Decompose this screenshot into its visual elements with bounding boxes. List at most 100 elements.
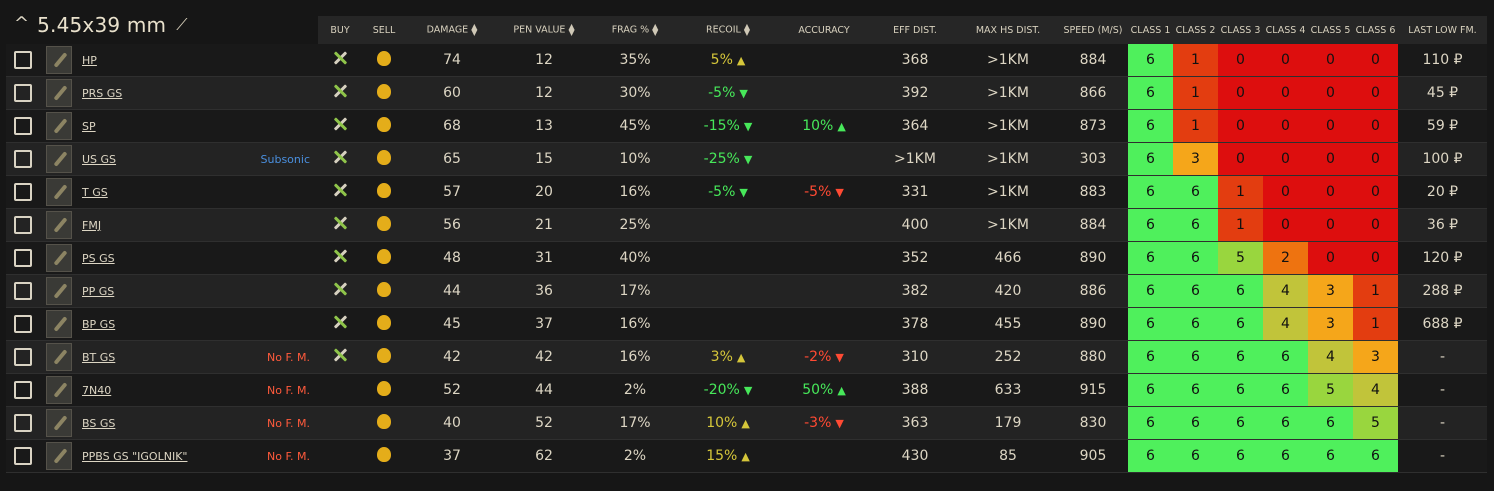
row-checkbox[interactable] bbox=[14, 117, 32, 135]
table-row[interactable]: 7N40 No F. M. 52 44 2% -20% ▼ 50% ▲ 388 633 915 6 6 6 6… bbox=[6, 373, 1487, 407]
sell-coin-icon[interactable] bbox=[377, 50, 391, 66]
buy-icon[interactable] bbox=[332, 314, 348, 330]
table-row[interactable]: PP GS 44 36 17% 382 420 886 6 6 6 4 3 1 288 ₽ bbox=[6, 274, 1487, 308]
row-checkbox[interactable] bbox=[14, 447, 32, 465]
sell-coin-icon[interactable] bbox=[377, 248, 391, 264]
table-row[interactable]: T GS 57 20 16% -5% ▼ -5% ▼ 331 >1KM 883 6 6 1 0 0 0 20 ₽ bbox=[6, 175, 1487, 209]
table-row[interactable]: PS GS 48 31 40% 352 466 890 6 6 5 2 0 0 120 ₽ bbox=[6, 241, 1487, 275]
row-checkbox-cell[interactable] bbox=[6, 76, 40, 110]
sort-icon[interactable]: ▲ ▼ bbox=[652, 23, 658, 37]
row-checkbox[interactable] bbox=[14, 348, 32, 366]
buy-cell[interactable] bbox=[318, 76, 362, 110]
row-checkbox-cell[interactable] bbox=[6, 109, 40, 143]
buy-icon[interactable] bbox=[332, 116, 348, 132]
table-row[interactable]: US GS Subsonic 65 15 10% -25% ▼ >1KM >1KM 303 6 3 0 0… bbox=[6, 142, 1487, 176]
row-checkbox[interactable] bbox=[14, 315, 32, 333]
buy-icon[interactable] bbox=[332, 182, 348, 198]
buy-cell[interactable] bbox=[318, 109, 362, 143]
sell-coin-icon[interactable] bbox=[377, 413, 391, 429]
row-checkbox-cell[interactable] bbox=[6, 142, 40, 176]
ammo-name-link[interactable]: PS GS bbox=[82, 252, 115, 265]
row-checkbox[interactable] bbox=[14, 282, 32, 300]
sell-cell[interactable] bbox=[362, 142, 406, 176]
row-checkbox-cell[interactable] bbox=[6, 439, 40, 473]
buy-icon[interactable] bbox=[332, 83, 348, 99]
table-row[interactable]: PRS GS 60 12 30% -5% ▼ 392 >1KM 866 6 1 0 0 0 0 45 ₽ bbox=[6, 76, 1487, 110]
header-damage[interactable]: DAMAGE ▲ ▼ bbox=[406, 16, 498, 44]
buy-icon[interactable] bbox=[332, 50, 348, 66]
header-pen[interactable]: PEN VALUE ▲ ▼ bbox=[498, 16, 590, 44]
row-checkbox-cell[interactable] bbox=[6, 307, 40, 341]
ammo-name-link[interactable]: PPBS GS "IGOLNIK" bbox=[82, 450, 187, 463]
sell-cell[interactable] bbox=[362, 241, 406, 275]
buy-cell[interactable] bbox=[318, 274, 362, 308]
table-row[interactable]: BS GS No F. M. 40 52 17% 10% ▲ -3% ▼ 363 179 830 6 6 6… bbox=[6, 406, 1487, 440]
row-checkbox-cell[interactable] bbox=[6, 175, 40, 209]
sell-coin-icon[interactable] bbox=[377, 83, 391, 99]
buy-icon[interactable] bbox=[332, 215, 348, 231]
sell-coin-icon[interactable] bbox=[377, 215, 391, 231]
buy-cell[interactable] bbox=[318, 241, 362, 275]
ammo-name-link[interactable]: 7N40 bbox=[82, 384, 111, 397]
row-checkbox-cell[interactable] bbox=[6, 208, 40, 242]
buy-cell[interactable] bbox=[318, 340, 362, 374]
row-checkbox[interactable] bbox=[14, 150, 32, 168]
ammo-name-link[interactable]: FMJ bbox=[82, 219, 101, 232]
buy-cell[interactable] bbox=[318, 208, 362, 242]
ammo-name-link[interactable]: BT GS bbox=[82, 351, 115, 364]
sell-cell[interactable] bbox=[362, 406, 406, 440]
sell-cell[interactable] bbox=[362, 109, 406, 143]
sort-icon[interactable]: ▲ ▼ bbox=[568, 23, 574, 37]
header-recoil[interactable]: RECOIL ▲ ▼ bbox=[680, 16, 776, 44]
sell-cell[interactable] bbox=[362, 439, 406, 473]
sell-cell[interactable] bbox=[362, 208, 406, 242]
buy-cell[interactable] bbox=[318, 175, 362, 209]
table-row[interactable]: HP 74 12 35% 5% ▲ 368 >1KM 884 6 1 0 0 0 0 110 ₽ bbox=[6, 44, 1487, 77]
row-checkbox-cell[interactable] bbox=[6, 274, 40, 308]
table-row[interactable]: BP GS 45 37 16% 378 455 890 6 6 6 4 3 1 688 ₽ bbox=[6, 307, 1487, 341]
sell-coin-icon[interactable] bbox=[377, 149, 391, 165]
table-row[interactable]: BT GS No F. M. 42 42 16% 3% ▲ -2% ▼ 310 252 880 6 6 6 6… bbox=[6, 340, 1487, 374]
sell-coin-icon[interactable] bbox=[377, 347, 391, 363]
row-checkbox[interactable] bbox=[14, 249, 32, 267]
row-checkbox-cell[interactable] bbox=[6, 373, 40, 407]
sell-coin-icon[interactable] bbox=[377, 182, 391, 198]
row-checkbox[interactable] bbox=[14, 51, 32, 69]
row-checkbox-cell[interactable] bbox=[6, 406, 40, 440]
buy-icon[interactable] bbox=[332, 347, 348, 363]
row-checkbox-cell[interactable] bbox=[6, 241, 40, 275]
sort-icon[interactable]: ▲ ▼ bbox=[744, 23, 750, 37]
sell-cell[interactable] bbox=[362, 307, 406, 341]
row-checkbox[interactable] bbox=[14, 216, 32, 234]
buy-cell[interactable] bbox=[318, 307, 362, 341]
sell-coin-icon[interactable] bbox=[377, 314, 391, 330]
sell-cell[interactable] bbox=[362, 175, 406, 209]
ammo-name-link[interactable]: PRS GS bbox=[82, 87, 122, 100]
sell-coin-icon[interactable] bbox=[377, 116, 391, 132]
ammo-name-link[interactable]: T GS bbox=[82, 186, 108, 199]
buy-cell[interactable] bbox=[318, 44, 362, 77]
buy-icon[interactable] bbox=[332, 149, 348, 165]
sell-cell[interactable] bbox=[362, 274, 406, 308]
ammo-name-link[interactable]: HP bbox=[82, 54, 97, 67]
ammo-name-link[interactable]: PP GS bbox=[82, 285, 114, 298]
sell-coin-icon[interactable] bbox=[377, 380, 391, 396]
ammo-name-link[interactable]: US GS bbox=[82, 153, 116, 166]
sell-coin-icon[interactable] bbox=[377, 281, 391, 297]
sell-cell[interactable] bbox=[362, 373, 406, 407]
row-checkbox[interactable] bbox=[14, 84, 32, 102]
ammo-name-link[interactable]: SP bbox=[82, 120, 96, 133]
row-checkbox[interactable] bbox=[14, 381, 32, 399]
sell-cell[interactable] bbox=[362, 76, 406, 110]
sell-coin-icon[interactable] bbox=[377, 446, 391, 462]
row-checkbox[interactable] bbox=[14, 414, 32, 432]
table-row[interactable]: SP 68 13 45% -15% ▼ 10% ▲ 364 >1KM 873 6 1 0 0 0 0 59 ₽ bbox=[6, 109, 1487, 143]
buy-cell[interactable] bbox=[318, 142, 362, 176]
sell-cell[interactable] bbox=[362, 44, 406, 77]
header-frag[interactable]: FRAG % ▲ ▼ bbox=[590, 16, 680, 44]
buy-icon[interactable] bbox=[332, 248, 348, 264]
row-checkbox-cell[interactable] bbox=[6, 44, 40, 77]
sort-icon[interactable]: ▲ ▼ bbox=[471, 23, 477, 37]
ammo-name-link[interactable]: BP GS bbox=[82, 318, 115, 331]
row-checkbox-cell[interactable] bbox=[6, 340, 40, 374]
